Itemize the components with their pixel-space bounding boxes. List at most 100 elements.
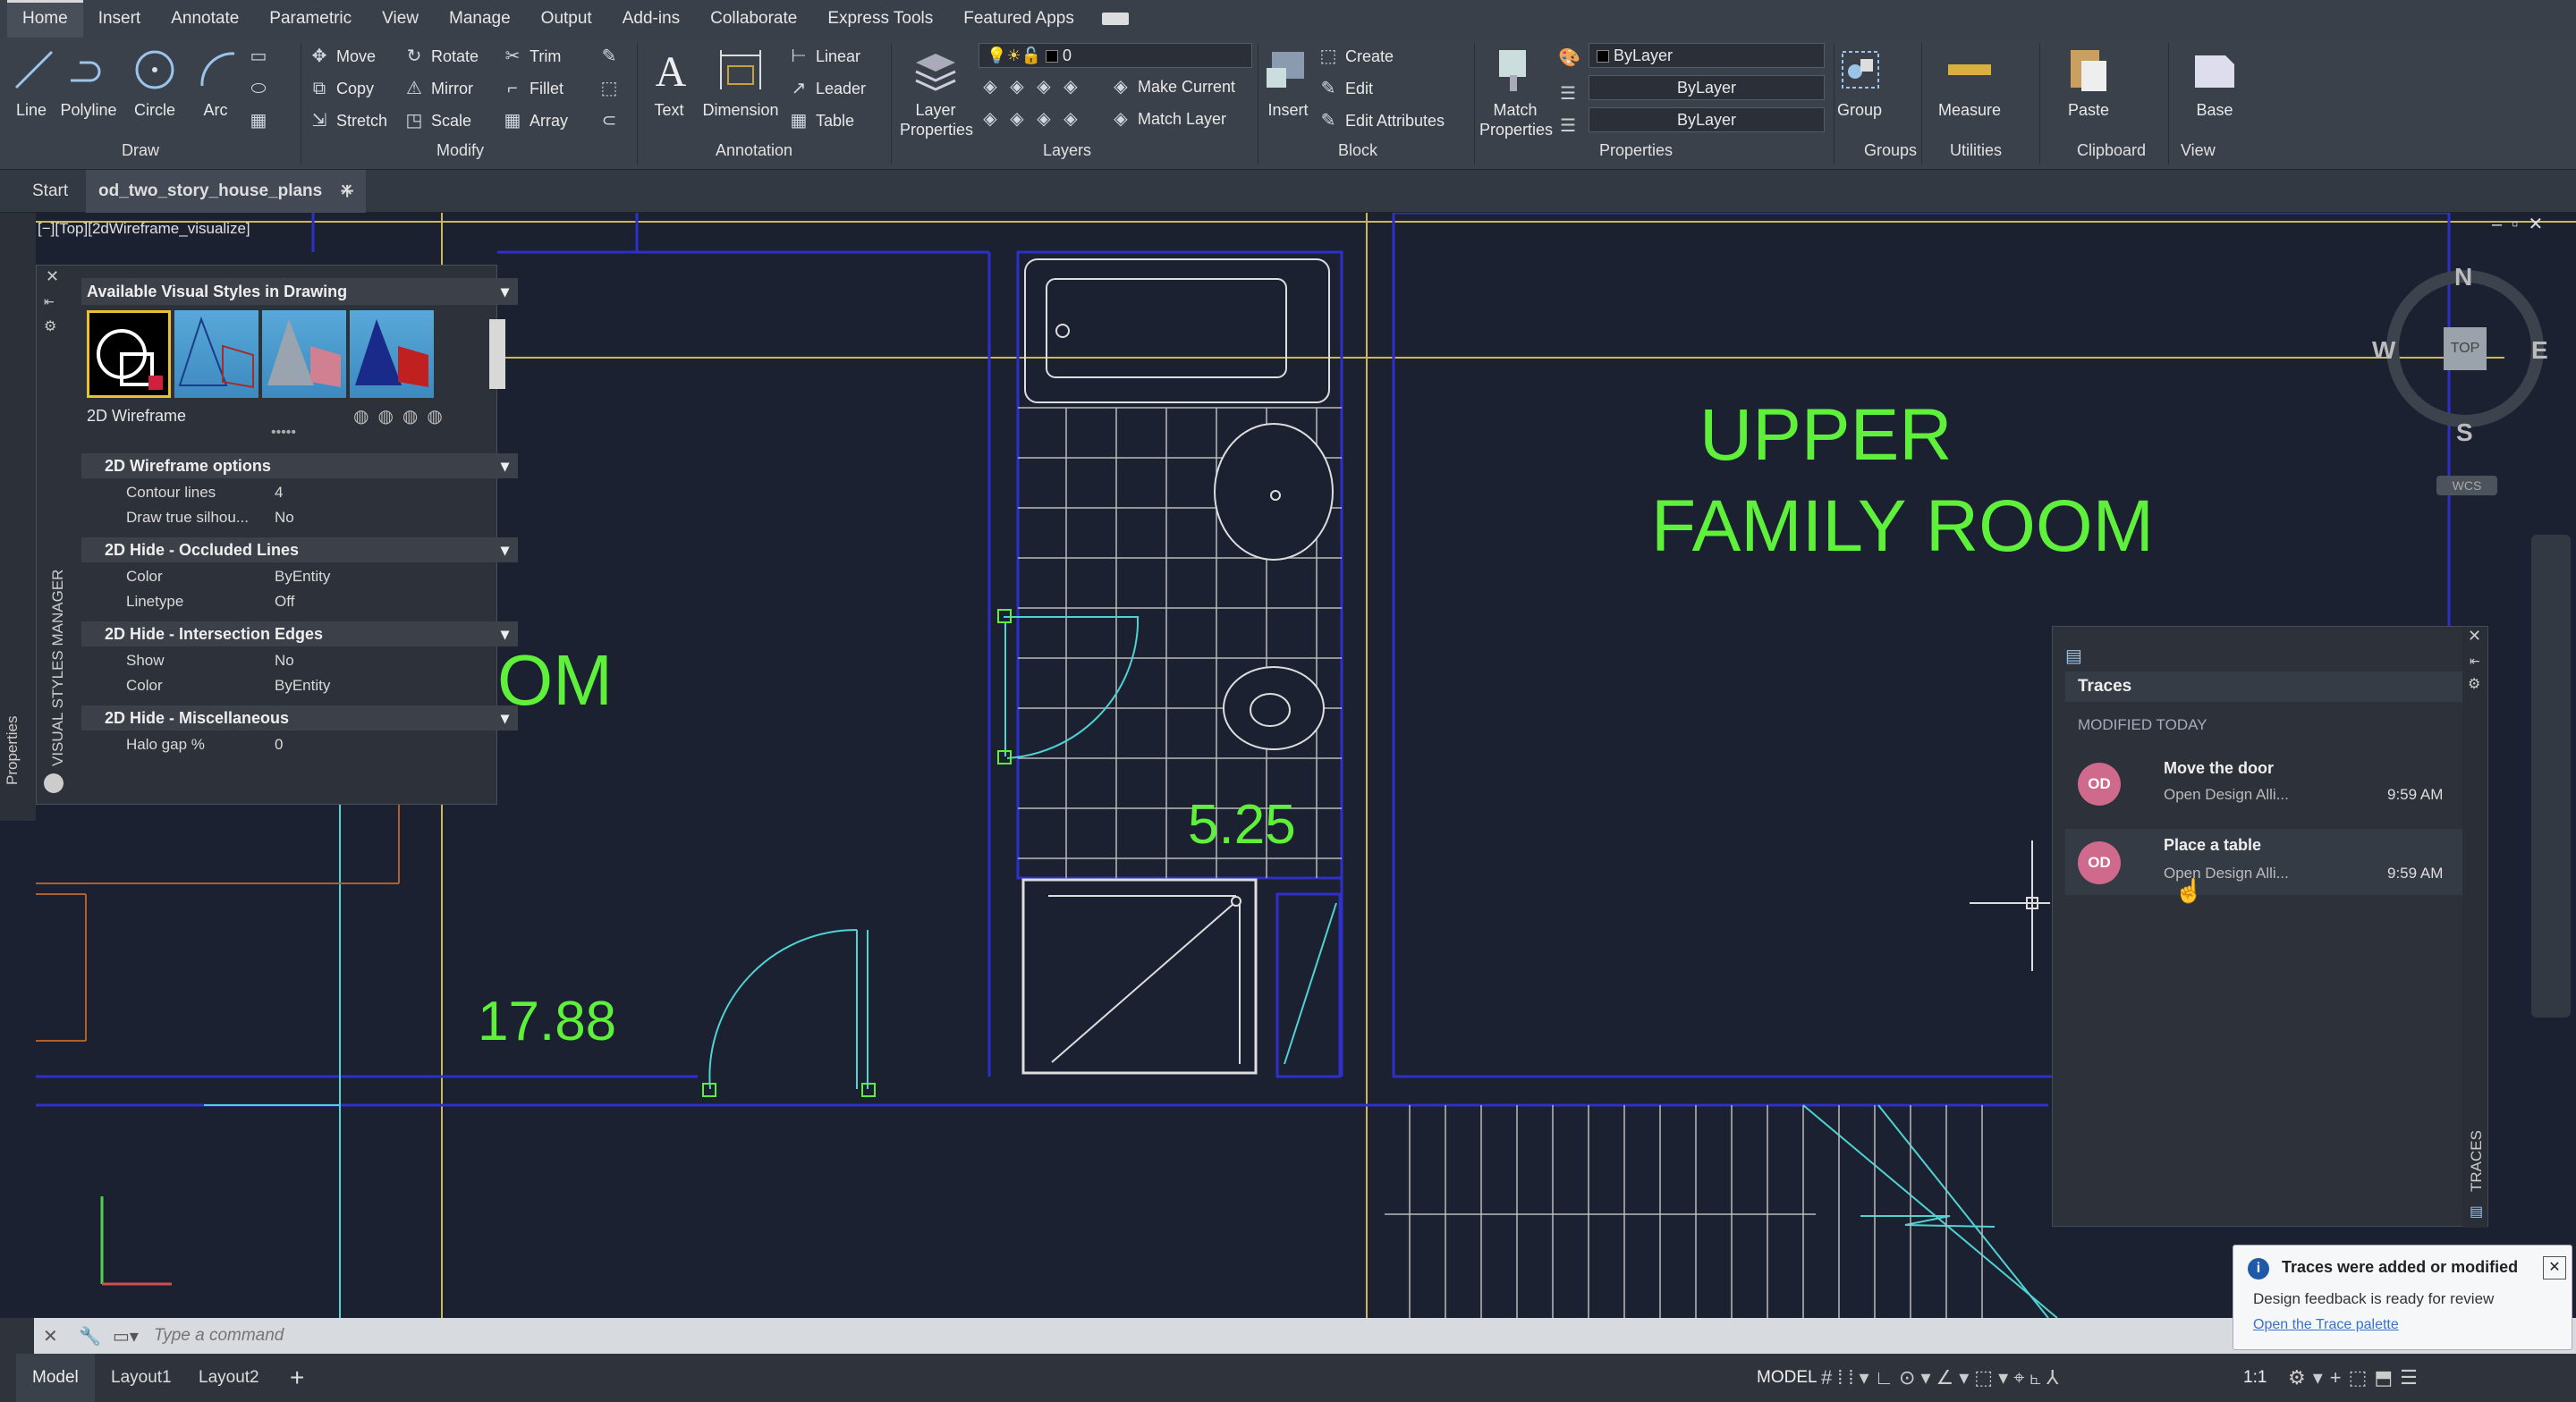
measure-button[interactable]: Measure xyxy=(1934,45,2005,120)
viewcube-north[interactable]: N xyxy=(2454,263,2472,291)
style-thumb-shaded[interactable] xyxy=(262,310,346,398)
style-action-icons[interactable]: ◍◍◍◍ xyxy=(353,405,452,427)
tab-start[interactable]: Start xyxy=(32,170,68,213)
match-layer-button[interactable]: ◈ Match Layer xyxy=(1111,109,1226,129)
scale-button[interactable]: ◳ Scale xyxy=(404,111,471,131)
array-button[interactable]: ▦ Array xyxy=(503,111,568,131)
viewcube-west[interactable]: W xyxy=(2372,336,2395,365)
modify-panel-title[interactable]: Modify xyxy=(436,141,484,160)
section-2d-hide-occluded-lines[interactable]: 2D Hide - Occluded Lines ▾ xyxy=(81,537,518,562)
arc-button[interactable]: Arc xyxy=(193,45,238,120)
viewport-window-controls[interactable]: – ▫ ✕ xyxy=(2492,213,2543,235)
tab-model[interactable]: Model xyxy=(16,1354,95,1402)
view-panel-title[interactable]: View xyxy=(2181,141,2216,160)
property-row[interactable]: Color ByEntity xyxy=(81,564,518,589)
color-wheel-icon[interactable]: 🎨 xyxy=(1558,46,1580,69)
linear-button[interactable]: ⊢ Linear xyxy=(789,46,860,66)
properties-panel-title[interactable]: Properties xyxy=(1599,141,1673,160)
layer-properties-button[interactable]: Layer Properties xyxy=(900,45,973,139)
layer-dropdown[interactable]: 💡☀🔓 0 xyxy=(979,43,1252,68)
offset-icon[interactable]: ⊂ xyxy=(599,111,619,131)
gradient-icon[interactable]: ▦ xyxy=(249,111,268,131)
tab-file[interactable]: od_two_story_house_plans ✕ xyxy=(86,170,367,213)
create-block-button[interactable]: ⬚ Create xyxy=(1318,46,1394,66)
command-line[interactable]: ✕ 🔧 ▭▾ xyxy=(34,1318,2576,1354)
properties-label[interactable]: Properties xyxy=(4,716,21,785)
circle-button[interactable]: Circle xyxy=(129,45,181,120)
tab-home[interactable]: Home xyxy=(7,0,83,38)
explode-icon[interactable]: ⬚ xyxy=(599,79,619,98)
erase-icon[interactable]: ✎ xyxy=(599,46,619,66)
hatch-icon[interactable]: ⬭ xyxy=(249,79,268,98)
property-row[interactable]: Color ByEntity xyxy=(81,673,518,698)
navigation-bar[interactable] xyxy=(2531,535,2571,1018)
insert-button[interactable]: Insert xyxy=(1263,45,1313,120)
available-styles-header[interactable]: Available Visual Styles in Drawing ▾ xyxy=(81,278,518,305)
autohide-icon[interactable]: ⇤ xyxy=(2470,654,2480,669)
customize-icon[interactable]: 🔧 xyxy=(79,1325,101,1347)
viewcube-east[interactable]: E xyxy=(2531,336,2548,365)
viewcube-south[interactable]: S xyxy=(2456,418,2473,447)
base-button[interactable]: Base xyxy=(2188,45,2241,120)
thumbs-scrollbar[interactable] xyxy=(489,319,505,389)
edit-attributes-button[interactable]: ✎ Edit Attributes xyxy=(1318,111,1445,131)
annotation-scale[interactable]: 1:1 xyxy=(2243,1354,2267,1402)
property-row[interactable]: Contour lines 4 xyxy=(81,480,518,505)
tab-view[interactable]: View xyxy=(367,0,434,38)
property-row[interactable]: Draw true silhou... No xyxy=(81,505,518,530)
clipboard-panel-title[interactable]: Clipboard xyxy=(2077,141,2146,160)
style-thumb-wireframe[interactable] xyxy=(174,310,258,398)
tab-featured-apps[interactable]: Featured Apps xyxy=(948,0,1089,38)
status-toggle-icons[interactable]: #⁞⁞▾∟⊙▾∠▾⬚▾⌖⦜⅄ xyxy=(1821,1354,2063,1402)
section-2d-hide-miscellaneous[interactable]: 2D Hide - Miscellaneous ▾ xyxy=(81,705,518,731)
open-trace-palette-link[interactable]: Open the Trace palette xyxy=(2253,1317,2399,1333)
tab-layout2[interactable]: Layout2 xyxy=(199,1354,259,1402)
model-space-toggle[interactable]: MODEL xyxy=(1757,1354,1818,1402)
tab-add-ins[interactable]: Add-ins xyxy=(607,0,695,38)
palette-properties-icon[interactable]: ⚙ xyxy=(44,317,56,335)
text-button[interactable]: A Text xyxy=(646,45,692,120)
move-button[interactable]: ✥ Move xyxy=(309,46,376,66)
tab-annotate[interactable]: Annotate xyxy=(156,0,254,38)
copy-button[interactable]: ⧉ Copy xyxy=(309,79,374,98)
tab-express-tools[interactable]: Express Tools xyxy=(812,0,948,38)
tab-parametric[interactable]: Parametric xyxy=(254,0,367,38)
tab-output[interactable]: Output xyxy=(526,0,607,38)
draw-panel-title[interactable]: Draw xyxy=(122,141,159,160)
style-thumb-realistic[interactable] xyxy=(350,310,434,398)
paste-button[interactable]: Paste xyxy=(2057,45,2120,120)
linetype-dropdown[interactable]: ByLayer xyxy=(1589,75,1825,100)
mirror-button[interactable]: ⚠ Mirror xyxy=(404,79,473,98)
style-thumb-2d-wireframe[interactable] xyxy=(87,310,171,398)
layer-tools-row1[interactable]: ◈ ◈ ◈ ◈ xyxy=(980,77,1080,97)
close-toast-icon[interactable]: ✕ xyxy=(2543,1256,2566,1280)
tab-insert[interactable]: Insert xyxy=(83,0,157,38)
group-button[interactable]: Group xyxy=(1837,45,1882,120)
trim-button[interactable]: ✂ Trim xyxy=(503,46,562,66)
close-palette-icon[interactable]: ✕ xyxy=(46,267,59,286)
lineweight-dropdown[interactable]: ByLayer xyxy=(1589,107,1825,132)
trace-item[interactable]: OD Move the door Open Design Alli... 9:5… xyxy=(2065,752,2464,816)
trace-item[interactable]: OD Place a table Open Design Alli... 9:5… xyxy=(2065,829,2464,895)
tab-layout1[interactable]: Layout1 xyxy=(111,1354,172,1402)
edit-block-button[interactable]: ✎ Edit xyxy=(1318,79,1373,98)
section-2d-wireframe-options[interactable]: 2D Wireframe options ▾ xyxy=(81,453,518,478)
polyline-button[interactable]: Polyline xyxy=(57,45,120,120)
property-row[interactable]: Halo gap % 0 xyxy=(81,732,518,757)
close-palette-icon[interactable]: ✕ xyxy=(2468,627,2481,646)
autohide-icon[interactable]: ⇤ xyxy=(44,294,55,309)
add-layout-icon[interactable]: + xyxy=(290,1354,304,1402)
stretch-button[interactable]: ⇲ Stretch xyxy=(309,111,387,131)
fillet-button[interactable]: ⌐ Fillet xyxy=(503,79,564,98)
status-right-icons[interactable]: ⚙▾+⬚⬒☰ xyxy=(2288,1354,2425,1402)
leader-button[interactable]: ↗ Leader xyxy=(789,79,866,98)
command-grip[interactable] xyxy=(0,1318,34,1354)
new-tab-icon[interactable]: + xyxy=(340,170,354,213)
tab-manage[interactable]: Manage xyxy=(434,0,526,38)
table-button[interactable]: ▦ Table xyxy=(789,111,854,131)
wcs-menu[interactable]: WCS xyxy=(2436,476,2497,495)
line-button[interactable]: Line xyxy=(9,45,54,120)
property-row[interactable]: Show No xyxy=(81,648,518,673)
palette-properties-icon[interactable]: ⚙ xyxy=(2468,675,2480,693)
color-dropdown[interactable]: ByLayer xyxy=(1589,43,1825,68)
